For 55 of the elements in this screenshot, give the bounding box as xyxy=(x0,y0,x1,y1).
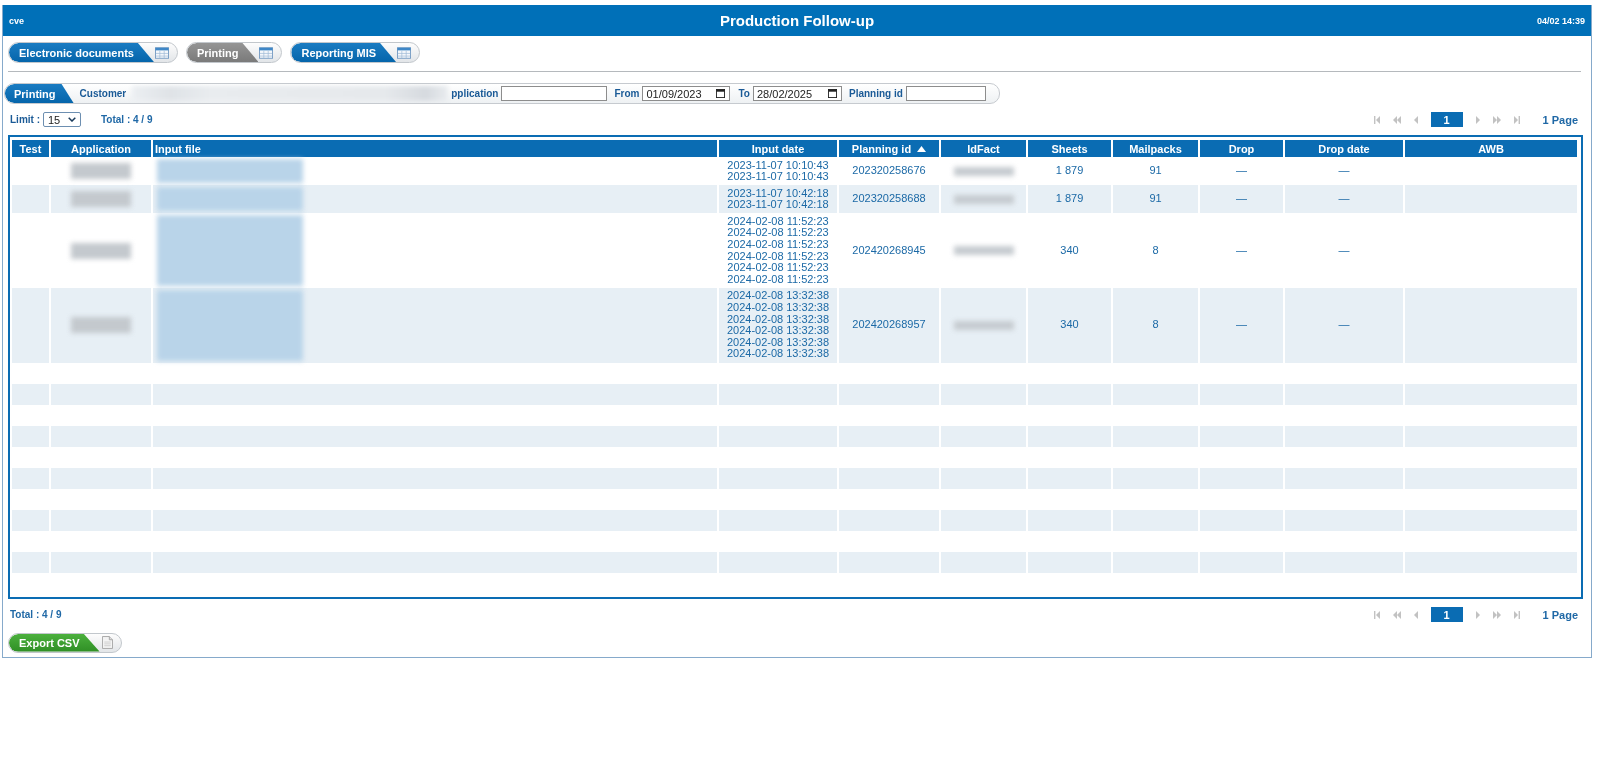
column-header[interactable]: Application xyxy=(50,140,152,157)
limit-select[interactable]: 15 xyxy=(43,112,81,127)
column-header[interactable]: Test xyxy=(12,140,50,157)
from-label: From xyxy=(614,88,640,99)
page-count: 1 Page xyxy=(1542,608,1578,621)
table-cell: 340 xyxy=(1027,287,1112,363)
to-label: To xyxy=(738,88,750,99)
window-icon xyxy=(259,46,274,59)
limit-label: Limit : xyxy=(10,114,40,125)
document-icon xyxy=(101,636,113,650)
user-name: cve xyxy=(9,15,25,26)
table-cell: 2024-02-08 13:32:38 2024-02-08 13:32:38 2024-02-08 13:32:38 2024-02-08 13:32:38 2024-02-08 13:32:38 2024-02-08 13:32:38 xyxy=(718,287,838,363)
module-tab[interactable]: Electronic documents xyxy=(8,42,178,63)
total-count: Total : 4 / 9 xyxy=(101,114,153,125)
column-header[interactable]: Drop xyxy=(1199,140,1284,157)
to-date-field[interactable]: 28/02/2025 xyxy=(752,86,842,101)
module-tab[interactable]: Printing xyxy=(185,42,283,63)
calendar-icon xyxy=(827,89,837,98)
section-label: Printing xyxy=(5,84,74,103)
total-count: Total : 4 / 9 xyxy=(10,609,62,621)
table-cell: — xyxy=(1284,185,1404,214)
column-header[interactable]: AWB xyxy=(1404,140,1578,157)
window-icon xyxy=(154,46,169,59)
application-label: pplication xyxy=(451,88,499,99)
column-header[interactable]: Planning id xyxy=(838,140,940,157)
column-header[interactable]: Sheets xyxy=(1027,140,1112,157)
planning-id-field[interactable] xyxy=(905,86,986,101)
export-csv-button[interactable]: Export CSV xyxy=(8,632,122,653)
table-cell: 1 879 xyxy=(1027,185,1112,214)
planning-id-label: Planning id xyxy=(848,88,903,99)
table-cell: 8 xyxy=(1112,287,1199,363)
table-cell: — xyxy=(1199,185,1284,214)
page-count: 1 Page xyxy=(1542,113,1578,126)
calendar-icon xyxy=(716,89,726,98)
page-button[interactable]: 1 xyxy=(1430,607,1463,623)
chevron-down-icon xyxy=(68,117,76,122)
table-cell: — xyxy=(1199,287,1284,363)
page-button[interactable]: 1 xyxy=(1430,112,1463,127)
window-title: Production Follow-up xyxy=(719,12,875,29)
column-header[interactable]: IdFact xyxy=(940,140,1027,157)
table-cell: 202420268957 xyxy=(838,287,940,363)
module-tab[interactable]: Reporting MIS xyxy=(290,42,421,63)
customer-label: Customer xyxy=(79,88,127,99)
table-cell: 2023-11-07 10:42:18 2023-11-07 10:42:18 xyxy=(718,185,838,214)
table-cell: 91 xyxy=(1112,185,1199,214)
window-icon xyxy=(397,46,412,59)
column-header[interactable]: Drop date xyxy=(1284,140,1404,157)
table-cell: 202320258688 xyxy=(838,185,940,214)
column-header[interactable]: Mailpacks xyxy=(1112,140,1199,157)
date-time: 04/02 14:39 xyxy=(1536,15,1585,26)
from-date-field[interactable]: 01/09/2023 xyxy=(642,86,731,101)
application-field[interactable] xyxy=(501,86,608,101)
table-cell: — xyxy=(1284,287,1404,363)
column-header[interactable]: Input file xyxy=(152,140,718,157)
column-header[interactable]: Input date xyxy=(718,140,838,157)
